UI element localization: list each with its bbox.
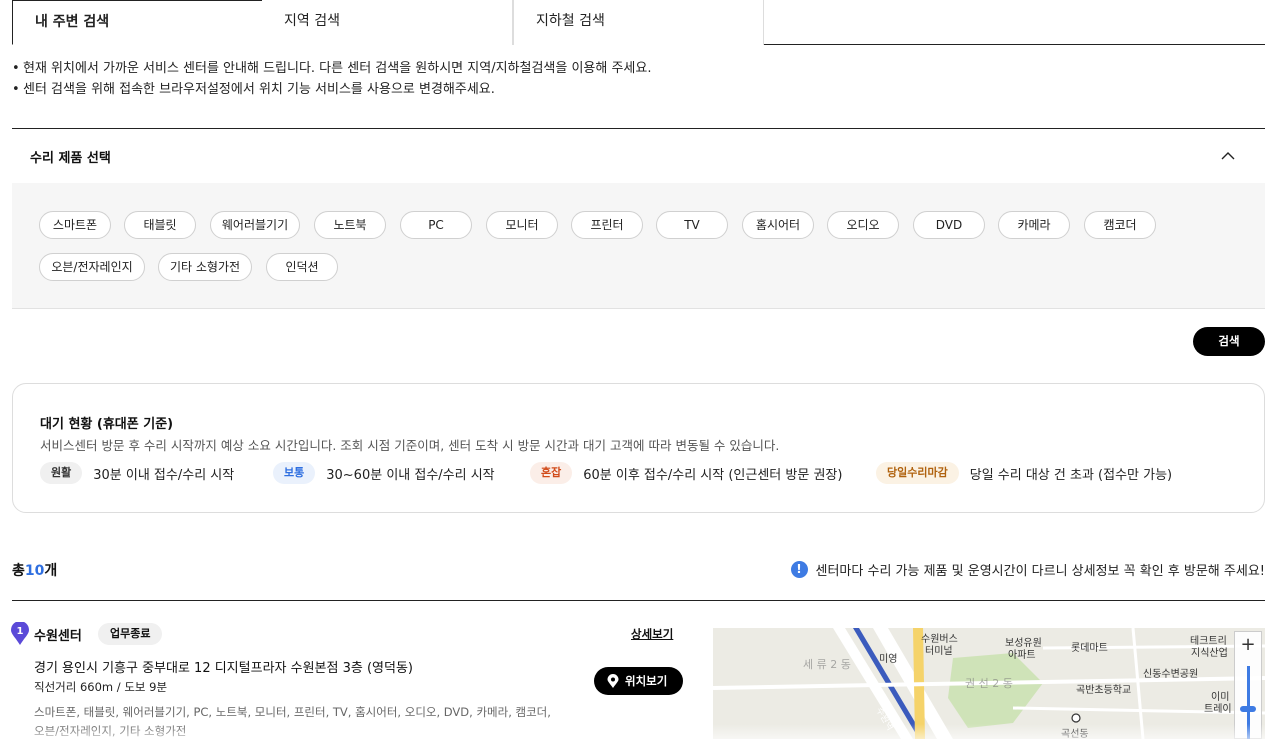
- map-ghost-label: 권 선 2 동: [965, 677, 1013, 690]
- center-name[interactable]: 수원센터: [34, 625, 82, 644]
- product-select-header[interactable]: 수리 제품 선택: [12, 128, 1265, 183]
- chevron-up-icon[interactable]: [1219, 147, 1237, 165]
- legend-item-crowded: 혼잡 60분 이후 접수/수리 시작 (인근센터 방문 권장): [530, 462, 842, 484]
- info-icon: !: [790, 561, 808, 578]
- list-divider: [12, 600, 1265, 601]
- product-chip[interactable]: PC: [400, 211, 472, 239]
- tab-subway-search[interactable]: 지하철 검색: [513, 0, 764, 45]
- legend-item-smooth: 원활 30분 이내 접수/수리 시작: [40, 462, 234, 484]
- map-label: 터미널: [925, 646, 953, 657]
- wait-status-title: 대기 현황 (휴대폰 기준): [40, 417, 174, 432]
- product-chip[interactable]: 노트북: [314, 211, 386, 239]
- legend-text: 30분 이내 접수/수리 시작: [93, 467, 235, 483]
- zoom-track[interactable]: [1247, 666, 1250, 739]
- map-zoom-control: +: [1234, 631, 1262, 739]
- legend-text: 30~60분 이내 접수/수리 시작: [326, 467, 495, 483]
- center-address: 경기 용인시 기흥구 중부대로 12 디지털프라자 수원본점 3층 (영덕동): [34, 661, 413, 676]
- status-badge: 업무종료: [98, 623, 163, 645]
- zoom-slider-handle[interactable]: [1240, 706, 1256, 712]
- center-map[interactable]: 세 류 2 동 권 선 2 동 수원버스 터미널 보성유원 아파트 롯데마트 테…: [713, 628, 1265, 739]
- product-chip[interactable]: 모니터: [486, 211, 558, 239]
- legend-text: 당일 수리 대상 건 초과 (접수만 가능): [969, 467, 1173, 483]
- visit-info-text: 센터마다 수리 가능 제품 및 운영시간이 다르니 상세정보 꼭 확인 후 방문…: [815, 564, 1265, 579]
- product-chip[interactable]: 프린터: [571, 211, 643, 239]
- product-chip[interactable]: TV: [656, 211, 728, 239]
- legend-text: 60분 이후 접수/수리 시작 (인근센터 방문 권장): [583, 467, 843, 483]
- map-label: 미영: [879, 654, 898, 665]
- map-label: 곡반초등학교: [1076, 685, 1132, 696]
- zoom-in-button[interactable]: +: [1235, 632, 1261, 658]
- search-button[interactable]: 검색: [1193, 327, 1265, 356]
- location-button[interactable]: 위치보기: [594, 667, 683, 695]
- pin-number: 1: [17, 626, 24, 637]
- notice-item: 현재 위치에서 가까운 서비스 센터를 안내해 드립니다. 다른 센터 검색을 …: [12, 58, 652, 79]
- result-count-suffix: 개: [44, 563, 58, 579]
- status-badge-smooth: 원활: [40, 462, 83, 484]
- center-distance: 직선거리 660m / 도보 9분: [34, 680, 168, 694]
- location-button-label: 위치보기: [625, 674, 668, 688]
- result-count-number: 10: [24, 563, 45, 579]
- legend-item-normal: 보통 30~60분 이내 접수/수리 시작: [273, 462, 495, 484]
- map-label: 아파트: [1008, 650, 1036, 661]
- map-label: 롯데마트: [1071, 643, 1108, 654]
- tab-nearby-search[interactable]: 내 주변 검색: [12, 0, 263, 45]
- product-chip[interactable]: 오디오: [827, 211, 899, 239]
- product-chip[interactable]: 웨어러블기기: [210, 211, 300, 239]
- map-label: 트레이: [1204, 704, 1232, 715]
- tab-region-search[interactable]: 지역 검색: [262, 0, 513, 45]
- wait-status-description: 서비스센터 방문 후 수리 시작까지 예상 소요 시간입니다. 조회 시점 기준…: [40, 438, 780, 453]
- detail-link[interactable]: 상세보기: [631, 626, 673, 642]
- notice-list: 현재 위치에서 가까운 서비스 센터를 안내해 드립니다. 다른 센터 검색을 …: [12, 58, 652, 100]
- legend-item-closed: 당일수리마감 당일 수리 대상 건 초과 (접수만 가능): [876, 462, 1172, 484]
- result-count: 총10개: [12, 560, 57, 580]
- notice-item: 센터 검색을 위해 접속한 브라우저설정에서 위치 기능 서비스를 사용으로 변…: [12, 79, 652, 100]
- wait-status-panel: 대기 현황 (휴대폰 기준) 서비스센터 방문 후 수리 시작까지 예상 소요 …: [12, 383, 1265, 513]
- status-badge-crowded: 혼잡: [530, 462, 573, 484]
- center-products: 스마트폰, 태블릿, 웨어러블기기, PC, 노트북, 모니터, 프린터, TV…: [34, 705, 551, 738]
- product-chip[interactable]: 카메라: [998, 211, 1070, 239]
- visit-info: ! 센터마다 수리 가능 제품 및 운영시간이 다르니 상세정보 꼭 확인 후 …: [790, 560, 1265, 579]
- map-label: 신동수변공원: [1143, 669, 1199, 680]
- product-chip[interactable]: 기타 소형가전: [158, 253, 252, 281]
- product-chip[interactable]: DVD: [913, 211, 985, 239]
- result-count-prefix: 총: [12, 563, 25, 579]
- product-chip[interactable]: 홈시어터: [742, 211, 814, 239]
- search-tabs: 내 주변 검색 지역 검색 지하철 검색: [12, 0, 1265, 45]
- product-chip-panel: 스마트폰 태블릿 웨어러블기기 노트북 PC 모니터 프린터 TV 홈시어터 오…: [12, 183, 1265, 309]
- product-chip[interactable]: 스마트폰: [39, 211, 111, 239]
- product-chip[interactable]: 오븐/전자레인지: [39, 253, 145, 281]
- product-chip[interactable]: 캠코더: [1084, 211, 1156, 239]
- map-pin-icon: 1: [11, 622, 29, 645]
- map-ghost-label: 세 류 2 동: [803, 658, 851, 671]
- map-label: 지식산업: [1191, 648, 1228, 659]
- status-badge-closed: 당일수리마감: [876, 462, 959, 484]
- product-chip[interactable]: 인덕션: [266, 253, 338, 281]
- status-badge-normal: 보통: [273, 462, 316, 484]
- product-chip[interactable]: 태블릿: [124, 211, 196, 239]
- location-pin-icon: [607, 674, 619, 688]
- product-select-title: 수리 제품 선택: [30, 151, 111, 166]
- map-label: 곡선동: [1061, 729, 1089, 739]
